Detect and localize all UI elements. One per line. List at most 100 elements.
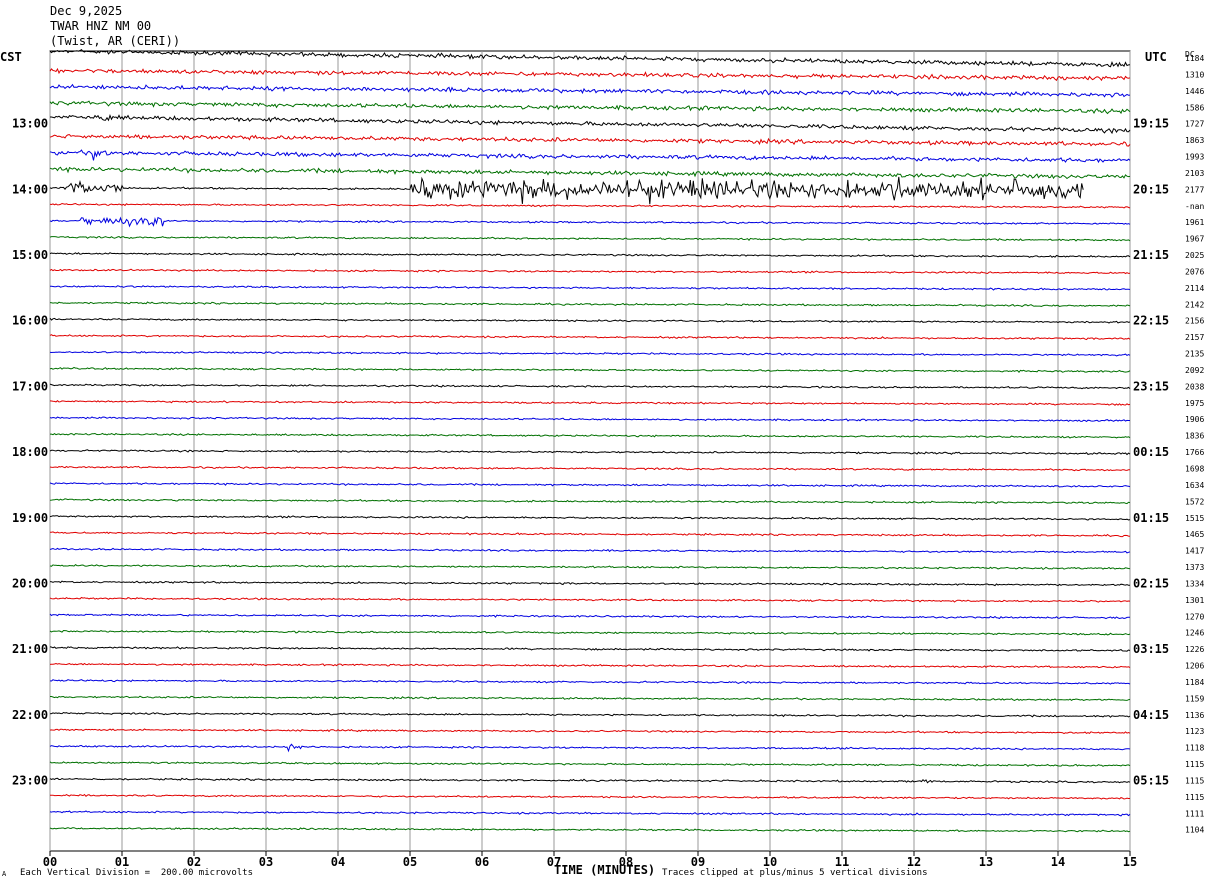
- cst-hour-label: 14:00: [12, 182, 48, 196]
- dc-offset-label: -nan: [1185, 202, 1204, 211]
- trace-line: [49, 596, 1131, 603]
- dc-offset-label: 1184: [1185, 678, 1204, 687]
- dc-offset-label: 2103: [1185, 169, 1204, 178]
- x-tick-label: 02: [187, 855, 201, 869]
- cst-hour-label: 23:00: [12, 773, 48, 787]
- trace-line: [49, 334, 1131, 341]
- x-tick-label: 00: [43, 855, 57, 869]
- trace-line: [49, 777, 1131, 784]
- corner-mark: A: [2, 870, 7, 878]
- utc-hour-label: 05:15: [1133, 773, 1169, 787]
- trace-line: [49, 810, 1131, 817]
- dc-offset-label: 1310: [1185, 70, 1204, 79]
- dc-offset-label: 1301: [1185, 596, 1204, 605]
- trace-line: [49, 563, 1131, 571]
- trace-line: [49, 252, 1131, 258]
- utc-hour-label: 01:15: [1133, 511, 1169, 525]
- trace-line: [49, 235, 1131, 242]
- trace-line: [49, 416, 1130, 423]
- trace-line: [49, 67, 1131, 82]
- trace-line: [49, 202, 1131, 209]
- trace-line: [50, 114, 1131, 135]
- dc-header: DC: [1185, 50, 1195, 59]
- dc-offset-label: 1373: [1185, 563, 1204, 572]
- dc-offset-label: 2156: [1185, 317, 1204, 326]
- dc-offset-label: 1993: [1185, 153, 1204, 162]
- trace-line: [49, 176, 1084, 205]
- trace-line: [49, 268, 1131, 275]
- dc-offset-label: 1634: [1185, 481, 1204, 490]
- utc-hour-label: 20:15: [1133, 182, 1169, 196]
- dc-offset-label: 1766: [1185, 448, 1204, 457]
- x-tick-label: 13: [979, 855, 993, 869]
- utc-hour-label: 21:15: [1133, 248, 1169, 262]
- cst-hour-label: 19:00: [12, 511, 48, 525]
- clip-note: Traces clipped at plus/minus 5 vertical …: [662, 868, 928, 878]
- trace-line: [49, 547, 1131, 554]
- trace-line: [49, 350, 1131, 357]
- x-axis-title: TIME (MINUTES): [554, 863, 656, 877]
- trace-line: [49, 482, 1131, 488]
- utc-hour-label: 22:15: [1133, 314, 1169, 328]
- dc-offset-label: 2038: [1185, 382, 1204, 391]
- dc-offset-label: 1246: [1185, 629, 1204, 638]
- dc-offset-label: 1111: [1185, 809, 1204, 818]
- dc-offset-label: 1698: [1185, 465, 1204, 474]
- trace-line: [49, 400, 1131, 406]
- trace-line: [49, 580, 1130, 587]
- trace-line: [49, 134, 1131, 147]
- dc-offset-label: 1446: [1185, 87, 1204, 96]
- dc-offset-label: 1515: [1185, 514, 1204, 523]
- dc-offset-label: 2177: [1185, 185, 1204, 194]
- dc-offset-label: 1906: [1185, 415, 1204, 424]
- dc-offset-label: 2092: [1185, 366, 1204, 375]
- x-tick-label: 14: [1051, 855, 1065, 869]
- dc-offset-label: 2142: [1185, 300, 1204, 309]
- dc-offset-label: 1123: [1185, 727, 1204, 736]
- dc-offset-label: 1206: [1185, 662, 1204, 671]
- dc-offset-label: 1136: [1185, 711, 1204, 720]
- trace-line: [49, 317, 1131, 324]
- cst-hour-label: 13:00: [12, 117, 48, 131]
- trace-line: [49, 662, 1131, 669]
- cst-hour-label: 15:00: [12, 248, 48, 262]
- dc-offset-label: 1586: [1185, 103, 1204, 112]
- utc-hour-label: 23:15: [1133, 379, 1169, 393]
- utc-hour-label: 04:15: [1133, 708, 1169, 722]
- dc-offset-label: 2025: [1185, 251, 1204, 260]
- trace-line: [49, 613, 1130, 620]
- dc-offset-label: 2114: [1185, 284, 1204, 293]
- x-tick-label: 03: [259, 855, 273, 869]
- seismic-traces: [49, 48, 1131, 833]
- dc-offset-label: 2135: [1185, 350, 1204, 359]
- trace-line: [49, 449, 1131, 456]
- helicorder-chart: 00 01 02 03 04 05 06 07 08 09 10 11 12 13 14 1511841310…: [12, 48, 1204, 869]
- dc-offset-label: 1159: [1185, 694, 1204, 703]
- utc-hour-label: 03:15: [1133, 642, 1169, 656]
- dc-offset-label: 1115: [1185, 760, 1204, 769]
- x-tick-label: 10: [763, 855, 777, 869]
- trace-line: [49, 827, 1131, 833]
- x-tick-label: 06: [475, 855, 489, 869]
- dc-offset-label: 1961: [1185, 218, 1204, 227]
- utc-hour-label: 02:15: [1133, 576, 1169, 590]
- x-tick-label: 09: [691, 855, 705, 869]
- cst-hour-label: 16:00: [12, 314, 48, 328]
- trace-line: [49, 166, 1131, 180]
- x-tick-label: 12: [907, 855, 921, 869]
- trace-line: [49, 301, 1131, 308]
- dc-offset-label: 1118: [1185, 744, 1204, 753]
- x-tick-label: 11: [835, 855, 849, 869]
- dc-offset-label: 1115: [1185, 793, 1204, 802]
- dc-offset-label: 1115: [1185, 776, 1204, 785]
- trace-line: [49, 216, 1131, 228]
- trace-line: [50, 285, 1131, 291]
- trace-line: [49, 679, 1131, 685]
- trace-line: [49, 743, 1131, 753]
- trace-line: [49, 366, 1131, 373]
- trace-line: [50, 695, 1131, 702]
- dc-offset-label: 1417: [1185, 547, 1204, 556]
- dc-offset-label: 1334: [1185, 579, 1204, 588]
- cst-hour-label: 18:00: [12, 445, 48, 459]
- dc-offset-label: 1727: [1185, 120, 1204, 129]
